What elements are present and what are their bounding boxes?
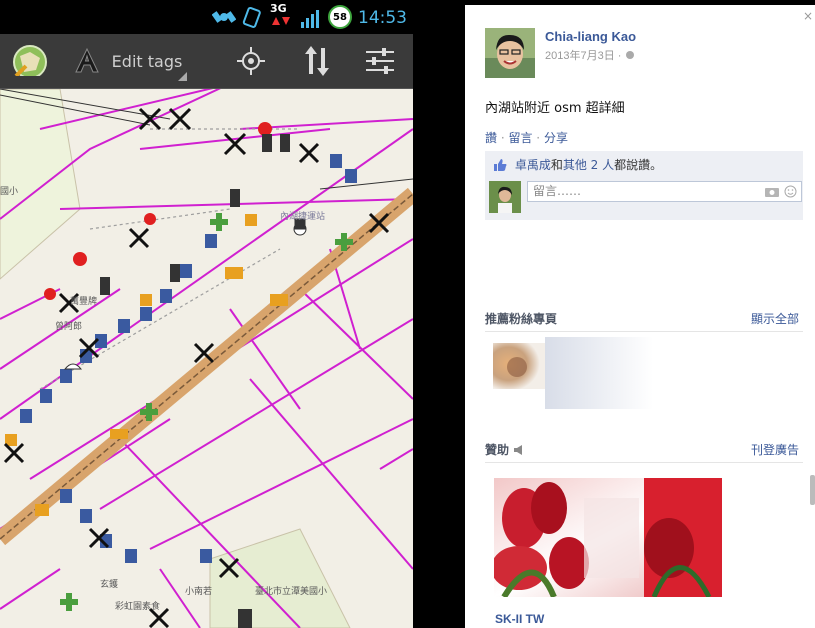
map-label: 臺北市立潭美國小 (255, 585, 327, 597)
sponsored-label: 贊助 (485, 443, 510, 457)
likes-summary: 卓禹成和其他 2 人都說讚。 (493, 156, 662, 173)
map-label: 曾阿郎 (55, 320, 82, 332)
globe-icon (625, 51, 634, 59)
post-actions: 讚 · 留言 · 分享 (485, 131, 568, 145)
scrollbar[interactable] (810, 475, 815, 505)
gps-locate-icon[interactable] (236, 46, 266, 80)
status-time: 14:53 (358, 8, 407, 28)
close-icon[interactable]: × (803, 9, 813, 23)
divider (485, 462, 803, 463)
recommended-page-thumbnail[interactable] (493, 337, 653, 409)
android-phone-screen: 3G 58 14:53 Edit tags 國小 內湖捷運站 曾阿郎 萬豐牌 臺… (0, 0, 413, 628)
battery-icon: 58 (328, 5, 352, 29)
map-label: 玄鑊 (100, 578, 118, 590)
recommended-pages-title: 推薦粉絲專頁 (485, 312, 558, 326)
liker-name-link[interactable]: 卓禹成 (515, 158, 551, 172)
ad-image[interactable] (494, 478, 722, 597)
status-bar: 3G 58 14:53 (0, 0, 413, 34)
edit-tags-label: Edit tags (111, 51, 183, 71)
map-drawing[interactable]: 國小 內湖捷運站 曾阿郎 萬豐牌 臺北市立潭美國小 小南若 玄鑊 彩虹園素食 (0, 89, 413, 628)
ad-brand-link[interactable]: SK-II TW (495, 612, 544, 626)
satellite-icon (212, 11, 236, 23)
osm-map-canvas[interactable]: 國小 內湖捷運站 曾阿郎 萬豐牌 臺北市立潭美國小 小南若 玄鑊 彩虹園素食 (0, 89, 413, 628)
commenter-avatar (489, 181, 521, 213)
network-type-label: 3G (270, 2, 287, 15)
network-3g-icon: 3G (270, 3, 296, 29)
rotation-icon (242, 6, 261, 28)
post-date[interactable]: 2013年7月3日 · (545, 47, 635, 63)
app-toolbar: Edit tags (0, 34, 413, 89)
map-label: 小南若 (185, 585, 212, 597)
likes-comments-box: 卓禹成和其他 2 人都說讚。 留言…… (485, 151, 803, 220)
see-all-link[interactable]: 顯示全部 (751, 310, 799, 327)
sponsored-title: 贊助 (485, 441, 524, 458)
likes-suffix: 都說讚。 (614, 158, 663, 172)
settings-sliders-icon[interactable] (364, 46, 396, 80)
post-text: 內湖站附近 osm 超詳細 (485, 101, 625, 116)
transfer-icon[interactable] (302, 44, 332, 78)
camera-icon[interactable] (765, 186, 779, 197)
like-link[interactable]: 讚 (485, 131, 497, 145)
comment-link[interactable]: 留言 (508, 131, 532, 145)
signal-icon (301, 10, 319, 28)
divider (485, 331, 803, 332)
map-label: 內湖捷運站 (280, 210, 325, 222)
post-date-text: 2013年7月3日 · (545, 50, 622, 62)
other-likers-link[interactable]: 其他 2 人 (563, 158, 614, 172)
post-author-link[interactable]: Chia-liang Kao (545, 29, 636, 44)
share-link[interactable]: 分享 (544, 131, 568, 145)
map-label: 彩虹園素食 (115, 600, 160, 612)
emoji-icon[interactable] (784, 185, 797, 198)
thumbs-up-icon (494, 159, 507, 171)
text-mode-icon[interactable] (72, 46, 102, 80)
facebook-photo-panel: × Chia-liang Kao 2013年7月3日 · 內湖站附近 osm 超… (465, 5, 815, 628)
likes-conj: 和 (550, 158, 563, 172)
create-ad-link[interactable]: 刊登廣告 (751, 441, 799, 458)
map-mode-icon[interactable] (10, 42, 50, 76)
comment-placeholder: 留言…… (533, 184, 582, 198)
map-label: 萬豐牌 (70, 295, 97, 307)
dropdown-corner-icon (178, 72, 187, 81)
author-avatar[interactable] (485, 28, 535, 78)
map-label: 國小 (0, 186, 18, 197)
comment-input[interactable]: 留言…… (527, 181, 802, 202)
megaphone-icon (514, 445, 523, 455)
